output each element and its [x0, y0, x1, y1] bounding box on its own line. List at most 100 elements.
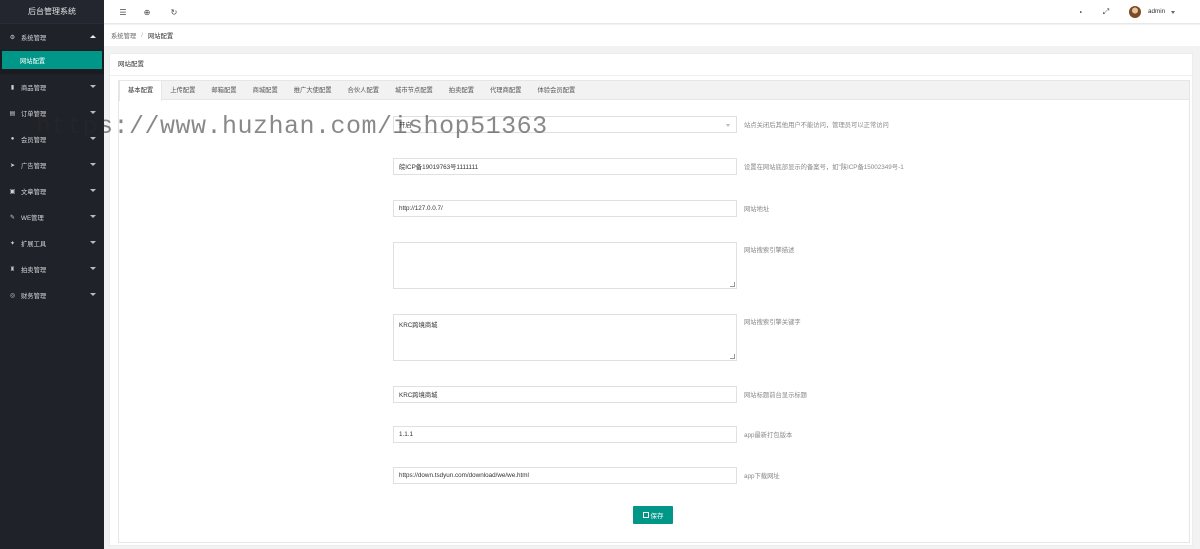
breadcrumb-separator: /	[141, 32, 143, 39]
tab-1[interactable]: 上传配置	[162, 81, 203, 100]
sidebar-item-label: 系统管理	[21, 34, 47, 42]
doc-icon: ▣	[9, 188, 16, 195]
tab-0[interactable]: 基本配置	[119, 81, 163, 101]
sidebar-item-7[interactable]: ✦ 扩展工具	[0, 230, 104, 256]
tab-6[interactable]: 城市节点配置	[387, 81, 441, 100]
sidebar-item-8[interactable]: ♜ 拍卖管理	[0, 256, 104, 282]
form-row: app下载网址 https://down.tsdyun.com/download/…	[119, 467, 1191, 484]
avatar[interactable]	[1129, 6, 1141, 18]
chevron-up-icon	[90, 35, 96, 38]
form-row: 网站标题1KRC跨境商城网站标题前台显示标题	[119, 386, 1191, 403]
chart-icon: ▮	[10, 84, 15, 91]
form-row: 网站备案号皖ICP备19019763号1111111设置在网站底部显示的备案号，…	[119, 158, 1191, 175]
chevron-down-icon	[90, 85, 96, 88]
field-hint: 网站地址	[744, 206, 770, 213]
app-logo: 后台管理系统	[0, 0, 104, 24]
field-hint: 网站搜索引擎描述	[744, 247, 795, 254]
send-icon: ➤	[9, 162, 16, 169]
wrench-icon: ✦	[9, 240, 16, 247]
sidebar-item-label: 商品管理	[21, 84, 47, 92]
tab-7[interactable]: 拍卖配置	[441, 81, 482, 100]
textarea-field[interactable]	[393, 242, 737, 289]
text-input[interactable]: 皖ICP备19019763号1111111	[393, 158, 737, 175]
theme-icon[interactable]: ◔	[1073, 0, 1087, 24]
menu-icon[interactable]: ☰	[116, 0, 130, 24]
sidebar-item-6[interactable]: ✎ WE管理	[0, 204, 104, 230]
field-value: KRC跨境商城	[399, 392, 438, 399]
sidebar-item-label: 会员管理	[21, 136, 47, 144]
textarea-field[interactable]: KRC跨境商城	[393, 314, 737, 361]
field-hint: 站点关闭后其他用户不能访问，管理员可以正常访问	[744, 122, 889, 129]
sidebar-item-label: 扩展工具	[21, 240, 47, 248]
chevron-down-icon	[726, 124, 730, 127]
sidebar-nav: ⚙ 系统管理网站配置 ▮ 商品管理 ▤ 订单管理 ● 会员管理 ➤ 广告管理 ▣ 文章管理 ✎ WE管理 ✦…	[0, 24, 104, 308]
form-row: 网站地址http://127.0.0.7/网站地址	[119, 200, 1191, 217]
chevron-down-icon	[90, 215, 96, 218]
user-name[interactable]: admin	[1148, 0, 1165, 24]
sidebar-submenu: 网站配置	[0, 50, 104, 74]
sidebar: 后台管理系统 ⚙ 系统管理网站配置 ▮ 商品管理 ▤ 订单管理 ● 会员管理 ➤ 广告管理 ▣ 文章管…	[0, 0, 104, 549]
resize-handle-icon[interactable]	[730, 354, 735, 359]
sidebar-item-3[interactable]: ● 会员管理	[0, 126, 104, 152]
chevron-down-icon	[90, 163, 96, 166]
chevron-down-icon	[90, 267, 96, 270]
form-row: 网站描述网站搜索引擎描述	[119, 242, 1191, 289]
tab-4[interactable]: 推广大使配置	[286, 81, 340, 100]
tab-9[interactable]: 体验会员配置	[529, 81, 583, 100]
text-input[interactable]: http://127.0.0.7/	[393, 200, 737, 217]
sidebar-item-label: 文章管理	[21, 188, 47, 196]
sidebar-item-1[interactable]: ▮ 商品管理	[0, 74, 104, 100]
form-row: 网站关键字KRC跨境商城网站搜索引擎关键字	[119, 314, 1191, 361]
sidebar-item-0[interactable]: ⚙ 系统管理	[0, 24, 104, 50]
text-input[interactable]: https://down.tsdyun.com/download/we/we.h…	[393, 467, 737, 484]
tab-2[interactable]: 邮箱配置	[203, 81, 244, 100]
sidebar-item-label: 广告管理	[21, 162, 47, 170]
text-input[interactable]: 1.1.1	[393, 426, 737, 443]
field-hint: app最新打包版本	[744, 432, 793, 439]
sidebar-subitem-site-config[interactable]: 网站配置	[2, 51, 102, 69]
save-icon	[642, 512, 649, 518]
field-hint: 网站搜索引擎关键字	[744, 319, 801, 326]
tab-8[interactable]: 代理商配置	[482, 81, 529, 100]
sidebar-item-label: 拍卖管理	[21, 266, 47, 274]
edit-icon: ✎	[9, 214, 16, 221]
sidebar-item-2[interactable]: ▤ 订单管理	[0, 100, 104, 126]
sidebar-item-4[interactable]: ➤ 广告管理	[0, 152, 104, 178]
save-label: 保存	[650, 513, 664, 520]
field-value: 皖ICP备19019763号1111111	[399, 164, 479, 171]
field-value: http://127.0.0.7/	[399, 205, 443, 212]
field-hint: 网站标题前台显示标题	[744, 392, 807, 399]
users-icon: ●	[10, 136, 15, 142]
field-hint: app下载网址	[744, 473, 780, 480]
chevron-down-icon[interactable]	[1171, 11, 1175, 14]
fullscreen-icon[interactable]: ⤢	[1099, 0, 1113, 24]
gear-icon: ⚙	[9, 34, 16, 41]
config-card: 网站配置 基本配置 上传配置 邮箱配置 商城配置 推广大使配置 合伙人配置 城市节点配置 拍卖…	[109, 53, 1193, 546]
tabs-box: 基本配置 上传配置 邮箱配置 商城配置 推广大使配置 合伙人配置 城市节点配置 拍卖配置 代理商…	[118, 80, 1190, 543]
field-hint: 设置在网站底部显示的备案号，如"陕ICP备15002349号-1	[744, 164, 904, 171]
field-value: 开启	[399, 122, 412, 129]
money-icon: ◎	[9, 292, 16, 299]
tab-5[interactable]: 合伙人配置	[340, 81, 387, 100]
globe-icon[interactable]: ⊕	[140, 0, 154, 24]
form-row: 网站状态开启站点关闭后其他用户不能访问，管理员可以正常访问	[119, 116, 1191, 133]
breadcrumb-parent[interactable]: 系统管理	[111, 31, 136, 40]
refresh-icon[interactable]: ↻	[167, 0, 181, 24]
resize-handle-icon[interactable]	[730, 282, 735, 287]
text-input[interactable]: KRC跨境商城	[393, 386, 737, 403]
field-value: KRC跨境商城	[399, 322, 438, 329]
sidebar-item-9[interactable]: ◎ 财务管理	[0, 282, 104, 308]
sidebar-item-label: 订单管理	[21, 110, 47, 118]
list-icon: ▤	[9, 110, 16, 117]
card-title: 网站配置	[110, 54, 1192, 76]
top-header: ☰ ⊕ ↻ ◔ ⤢ admin	[104, 0, 1200, 24]
sidebar-item-label: WE管理	[21, 214, 44, 222]
field-value: 1.1.1	[399, 431, 414, 438]
chevron-down-icon	[90, 137, 96, 140]
sidebar-item-5[interactable]: ▣ 文章管理	[0, 178, 104, 204]
breadcrumb: 系统管理 / 网站配置	[104, 25, 1200, 46]
save-button[interactable]: 保存	[633, 506, 673, 524]
status-select[interactable]: 开启	[393, 116, 737, 133]
gavel-icon: ♜	[9, 266, 16, 273]
tab-3[interactable]: 商城配置	[245, 81, 286, 100]
